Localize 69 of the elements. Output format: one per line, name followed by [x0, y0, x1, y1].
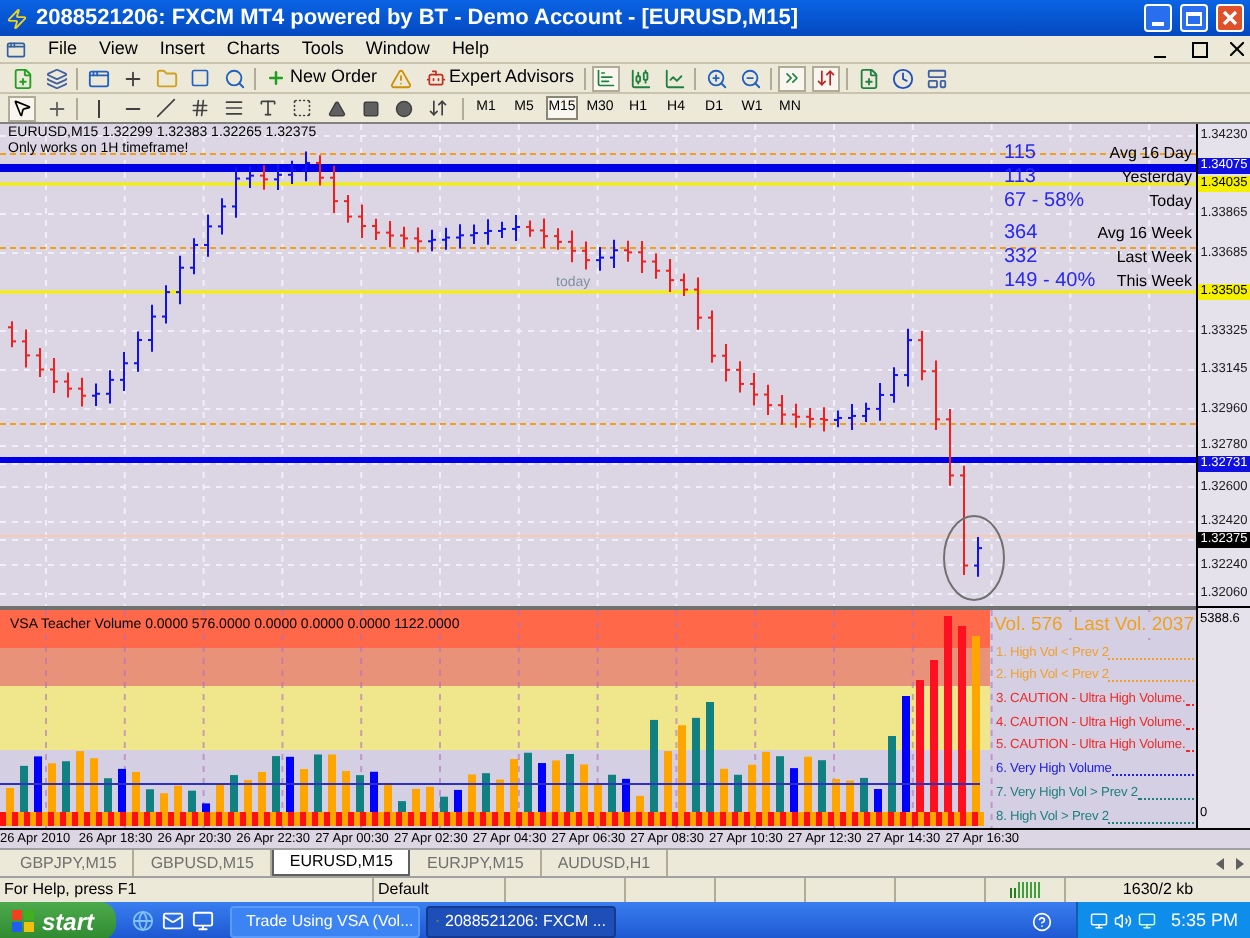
maximize-button[interactable]	[1180, 4, 1208, 32]
document-icon	[6, 39, 26, 59]
bar-chart-icon[interactable]	[592, 65, 621, 91]
restore-icon[interactable]	[1192, 41, 1208, 57]
candlestick-icon[interactable]	[626, 65, 655, 91]
menu-item[interactable]: Insert	[159, 35, 205, 63]
start-button[interactable]: start	[0, 902, 116, 938]
menu-item[interactable]: File	[48, 35, 78, 63]
close-icon[interactable]	[1230, 42, 1244, 56]
traffic-status: 1630/2 kb	[1120, 878, 1196, 902]
chart-tab[interactable]: AUDUSD,H1	[541, 850, 669, 876]
stat-label: Today	[1149, 192, 1192, 212]
stat-label: Avg 16 Week	[1097, 224, 1192, 244]
menu-item[interactable]: Window	[365, 35, 430, 63]
browser-icon[interactable]	[132, 910, 154, 932]
search-icon[interactable]	[220, 65, 248, 91]
chart-tab[interactable]: GBPJPY,M15	[4, 850, 135, 876]
connection-bars-icon	[1009, 882, 1041, 898]
stat-label: Yesterday	[1121, 168, 1192, 188]
cursor-icon[interactable]	[8, 95, 36, 121]
chart-shift-icon[interactable]	[812, 65, 841, 91]
volume-icon[interactable]	[1114, 912, 1133, 930]
chart-tab[interactable]: EURUSD,M15	[271, 850, 411, 876]
taskbar-button[interactable]: 2088521206: FXCM ...	[426, 905, 616, 937]
volume-value: Vol. 576	[994, 612, 1063, 638]
window-title: 2088521206: FXCM MT4 powered by BT - Demo Account - [EURUSD,M15]	[36, 3, 801, 34]
expert-advisors-button[interactable]: Expert Advisors	[421, 65, 579, 91]
text-label-icon[interactable]	[288, 95, 316, 121]
trend-line-icon[interactable]	[152, 95, 180, 121]
clock: 5:35 PM	[1170, 907, 1238, 934]
display-icon[interactable]	[1138, 912, 1157, 930]
chart-window-icon[interactable]	[84, 65, 112, 91]
new-order-button[interactable]: New Order	[262, 65, 382, 91]
menu-item[interactable]: Charts	[226, 35, 280, 63]
network-icon[interactable]	[1090, 912, 1109, 930]
plus-icon	[266, 68, 286, 88]
arrows-icon[interactable]	[424, 95, 452, 121]
line-chart-icon[interactable]	[660, 65, 689, 91]
menu-item[interactable]: Help	[451, 35, 489, 63]
robot-icon	[425, 68, 446, 88]
zoom-out-icon[interactable]	[736, 65, 765, 91]
stat-label: This Week	[1116, 272, 1192, 292]
chart-tab[interactable]: EURJPY,M15	[410, 850, 542, 876]
stat-value: 332	[1002, 248, 1038, 268]
close-button[interactable]	[1216, 4, 1244, 32]
app-icon	[6, 7, 28, 29]
template-icon[interactable]	[922, 65, 951, 91]
auto-scroll-icon[interactable]	[778, 65, 807, 91]
menu-item[interactable]: Tools	[301, 35, 344, 63]
window-icon[interactable]	[186, 65, 214, 91]
fibonacci-icon[interactable]	[220, 95, 248, 121]
ellipse-icon[interactable]	[390, 95, 418, 121]
zoom-in-icon[interactable]	[702, 65, 731, 91]
stat-value: 364	[1002, 224, 1038, 244]
menu-item[interactable]: View	[99, 35, 138, 63]
mail-icon[interactable]	[162, 910, 184, 932]
stat-value: 149 - 40%	[1002, 272, 1096, 292]
windows-logo-icon	[12, 910, 36, 932]
taskbar-button[interactable]: Trade Using VSA (Vol...	[230, 905, 420, 937]
stat-label: Last Week	[1116, 248, 1192, 268]
help-icon[interactable]	[1032, 911, 1053, 931]
desktop-icon[interactable]	[192, 910, 214, 932]
clock-icon[interactable]	[888, 65, 917, 91]
close-icon	[1222, 10, 1238, 26]
stat-value: 67 - 58%	[1002, 192, 1085, 212]
last-volume-value: Last Vol. 2037	[1073, 612, 1194, 638]
circle-marker	[943, 515, 1005, 601]
layers-icon[interactable]	[42, 65, 70, 91]
minimize-button[interactable]	[1144, 4, 1172, 32]
